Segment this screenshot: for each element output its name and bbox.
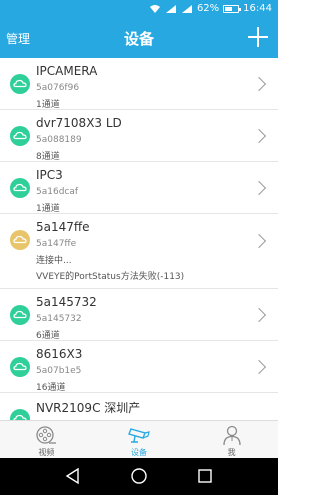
status-bar: 62% 16:44 xyxy=(0,0,278,18)
device-row[interactable]: NVR2109C 深圳产 xyxy=(0,393,278,420)
device-name: IPC3 xyxy=(36,168,63,182)
device-channels: 1通道 xyxy=(36,204,60,214)
clock: 16:44 xyxy=(243,3,272,14)
device-id: 5a16dcaf xyxy=(36,187,79,197)
device-id: 5a076f96 xyxy=(36,83,80,93)
device-connection-status: 连接中... xyxy=(36,256,72,266)
person-icon xyxy=(223,425,241,446)
cloud-icon xyxy=(10,126,30,146)
device-id: 5a145732 xyxy=(36,314,82,324)
recents-icon[interactable] xyxy=(196,467,214,485)
signal-icon-2 xyxy=(181,4,192,13)
device-name: 5a145732 xyxy=(36,295,97,309)
cloud-icon xyxy=(10,178,30,198)
device-channels: 8通道 xyxy=(36,152,60,162)
device-id: 5a147ffe xyxy=(36,239,77,249)
app-bar: 管理 设备 xyxy=(0,18,278,58)
device-name: IPCAMERA xyxy=(36,64,98,78)
tab-label: 视频 xyxy=(38,448,55,457)
battery-percent: 62% xyxy=(196,3,220,14)
device-channels: 1通道 xyxy=(36,100,60,110)
camera-icon xyxy=(128,428,150,443)
page-title: 设备 xyxy=(123,30,154,48)
battery-icon xyxy=(223,4,242,13)
cloud-icon xyxy=(10,357,30,377)
device-row[interactable]: IPCAMERA 5a076f96 1通道 xyxy=(0,58,278,110)
tab-label: 设备 xyxy=(131,448,147,457)
home-icon[interactable] xyxy=(130,467,148,485)
tab-label: 我 xyxy=(227,448,236,457)
device-row[interactable]: 5a145732 5a145732 6通道 xyxy=(0,289,278,341)
device-list[interactable]: IPCAMERA 5a076f96 1通道 dvr7108X3 LD 5a088… xyxy=(0,58,278,420)
film-reel-icon xyxy=(36,426,57,444)
device-name: 8616X3 xyxy=(36,347,83,361)
device-channels: 16通道 xyxy=(36,383,66,393)
cloud-icon xyxy=(10,409,30,420)
chevron-right-icon[interactable] xyxy=(251,307,267,323)
device-name: 5a147ffe xyxy=(36,220,90,234)
chevron-right-icon[interactable] xyxy=(251,233,267,249)
device-id: 5a07b1e5 xyxy=(36,366,82,376)
chevron-right-icon[interactable] xyxy=(251,359,267,375)
chevron-right-icon[interactable] xyxy=(251,128,267,144)
device-row[interactable]: IPC3 5a16dcaf 1通道 xyxy=(0,162,278,214)
system-navigation-bar xyxy=(0,458,278,495)
device-channels: 6通道 xyxy=(36,331,60,341)
device-id: 5a088189 xyxy=(36,135,82,145)
device-name: NVR2109C 深圳产 xyxy=(36,401,141,415)
wifi-icon xyxy=(149,4,160,13)
device-name: dvr7108X3 LD xyxy=(36,116,122,130)
device-row[interactable]: dvr7108X3 LD 5a088189 8通道 xyxy=(0,110,278,162)
cloud-icon xyxy=(10,305,30,325)
device-error-message: VVEYE的PortStatus方法失败(-113) xyxy=(36,272,185,282)
tab-video[interactable]: 视频 xyxy=(0,421,93,458)
back-icon[interactable] xyxy=(64,467,82,485)
battery-level xyxy=(225,6,233,11)
tab-devices[interactable]: 设备 xyxy=(93,421,186,458)
device-row[interactable]: 8616X3 5a07b1e5 16通道 xyxy=(0,341,278,393)
plus-icon[interactable] xyxy=(246,23,270,51)
cloud-icon xyxy=(10,230,30,250)
device-row[interactable]: 5a147ffe 5a147ffe 连接中... VVEYE的PortStatu… xyxy=(0,214,278,289)
chevron-right-icon[interactable] xyxy=(251,76,267,92)
bottom-tab-bar: 视频 设备 我 xyxy=(0,420,278,458)
signal-icon xyxy=(165,4,176,13)
chevron-right-icon[interactable] xyxy=(251,180,267,196)
tab-me[interactable]: 我 xyxy=(185,421,278,458)
cloud-icon xyxy=(10,74,30,94)
